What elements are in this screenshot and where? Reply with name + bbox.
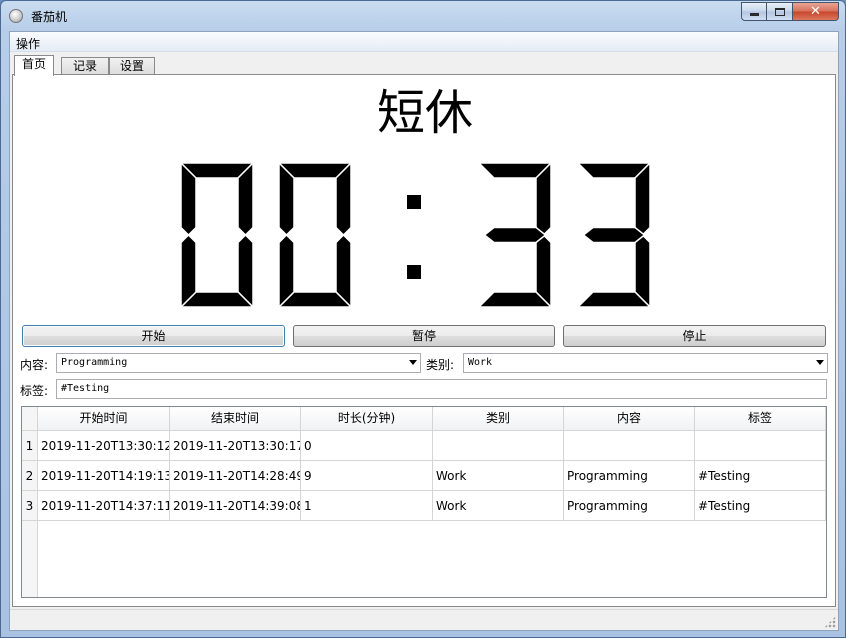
clock-digit	[277, 161, 353, 309]
table-cell[interactable]: Programming	[564, 461, 695, 491]
pause-button[interactable]: 暂停	[293, 325, 555, 347]
column-header-end[interactable]: 结束时间	[170, 407, 301, 431]
table-cell[interactable]: 2019-11-20T14:39:08	[170, 491, 301, 521]
table-cell[interactable]: 0	[301, 431, 433, 461]
table-cell[interactable]	[433, 431, 564, 461]
table-cell[interactable]	[564, 431, 695, 461]
row-header[interactable]: 3	[22, 491, 38, 521]
clock-digit	[181, 161, 255, 309]
window-title: 番茄机	[31, 10, 68, 24]
tag-label: 标签:	[20, 384, 49, 398]
start-button[interactable]: 开始	[22, 325, 285, 347]
clock-colon-dot	[407, 195, 421, 209]
app-window: 番茄机 ✕ 操作 首页 记录 设置 短休 开始 暂停 停止 内容: Progra…	[0, 0, 846, 638]
row-header[interactable]: 1	[22, 431, 38, 461]
close-button[interactable]: ✕	[793, 2, 839, 21]
countdown-display	[181, 161, 652, 309]
column-header-start[interactable]: 开始时间	[38, 407, 170, 431]
clock-digit	[477, 161, 553, 309]
table-cell[interactable]: Programming	[564, 491, 695, 521]
table-corner	[22, 407, 38, 431]
tab-settings[interactable]: 设置	[109, 57, 155, 75]
tab-home[interactable]: 首页	[14, 55, 54, 76]
row-header-filler	[22, 521, 38, 597]
records-table: 开始时间 结束时间 时长(分钟) 类别 内容 标签 1 2019-11-20T1…	[21, 406, 827, 598]
close-icon: ✕	[810, 4, 821, 19]
clock-digit	[576, 161, 652, 309]
maximize-button[interactable]	[767, 2, 793, 21]
table-cell[interactable]: 2019-11-20T14:28:49	[170, 461, 301, 491]
home-panel: 短休 开始 暂停 停止 内容: Programming 类别: Work 标签:…	[12, 74, 836, 607]
table-cell[interactable]: Work	[433, 491, 564, 521]
app-icon	[9, 9, 23, 23]
table-cell[interactable]: 9	[301, 461, 433, 491]
content-label: 内容:	[20, 358, 49, 372]
table-cell[interactable]: 2019-11-20T14:37:11	[38, 491, 170, 521]
window-controls: ✕	[741, 2, 839, 21]
column-header-category[interactable]: 类别	[433, 407, 564, 431]
menu-operations[interactable]: 操作	[16, 35, 40, 52]
row-header[interactable]: 2	[22, 461, 38, 491]
clock-segment	[582, 226, 646, 244]
category-select-value: Work	[468, 357, 493, 368]
table-cell[interactable]: 1	[301, 491, 433, 521]
table-cell[interactable]: #Testing	[695, 491, 826, 521]
resize-grip-icon[interactable]	[824, 616, 836, 628]
minimize-icon	[749, 13, 759, 16]
minimize-button[interactable]	[741, 2, 767, 21]
clock-segment	[483, 226, 547, 244]
tag-input[interactable]: #Testing	[56, 379, 827, 399]
category-select[interactable]: Work	[463, 353, 828, 373]
table-cell[interactable]: #Testing	[695, 461, 826, 491]
clock-colon	[407, 195, 421, 279]
tab-records[interactable]: 记录	[61, 57, 109, 75]
table-cell[interactable]: 2019-11-20T14:19:13	[38, 461, 170, 491]
stop-button[interactable]: 停止	[563, 325, 826, 347]
clock-colon-dot	[407, 265, 421, 279]
column-header-tag[interactable]: 标签	[695, 407, 826, 431]
category-label: 类别:	[426, 358, 455, 372]
status-bar	[10, 609, 838, 630]
menu-bar: 操作	[10, 32, 838, 52]
table-cell[interactable]	[695, 431, 826, 461]
column-header-content[interactable]: 内容	[564, 407, 695, 431]
chevron-down-icon	[409, 360, 417, 365]
timer-mode-label: 短休	[376, 85, 473, 141]
content-select-value: Programming	[61, 357, 128, 368]
table-cell[interactable]: 2019-11-20T13:30:12	[38, 431, 170, 461]
client-area: 操作 首页 记录 设置 短休 开始 暂停 停止 内容: Programming …	[9, 31, 839, 631]
maximize-icon	[774, 7, 785, 16]
chevron-down-icon	[816, 360, 824, 365]
title-bar[interactable]: 番茄机 ✕	[1, 1, 845, 31]
table-cell[interactable]: Work	[433, 461, 564, 491]
table-cell[interactable]: 2019-11-20T13:30:17	[170, 431, 301, 461]
column-header-duration[interactable]: 时长(分钟)	[301, 407, 433, 431]
content-select[interactable]: Programming	[56, 353, 421, 373]
